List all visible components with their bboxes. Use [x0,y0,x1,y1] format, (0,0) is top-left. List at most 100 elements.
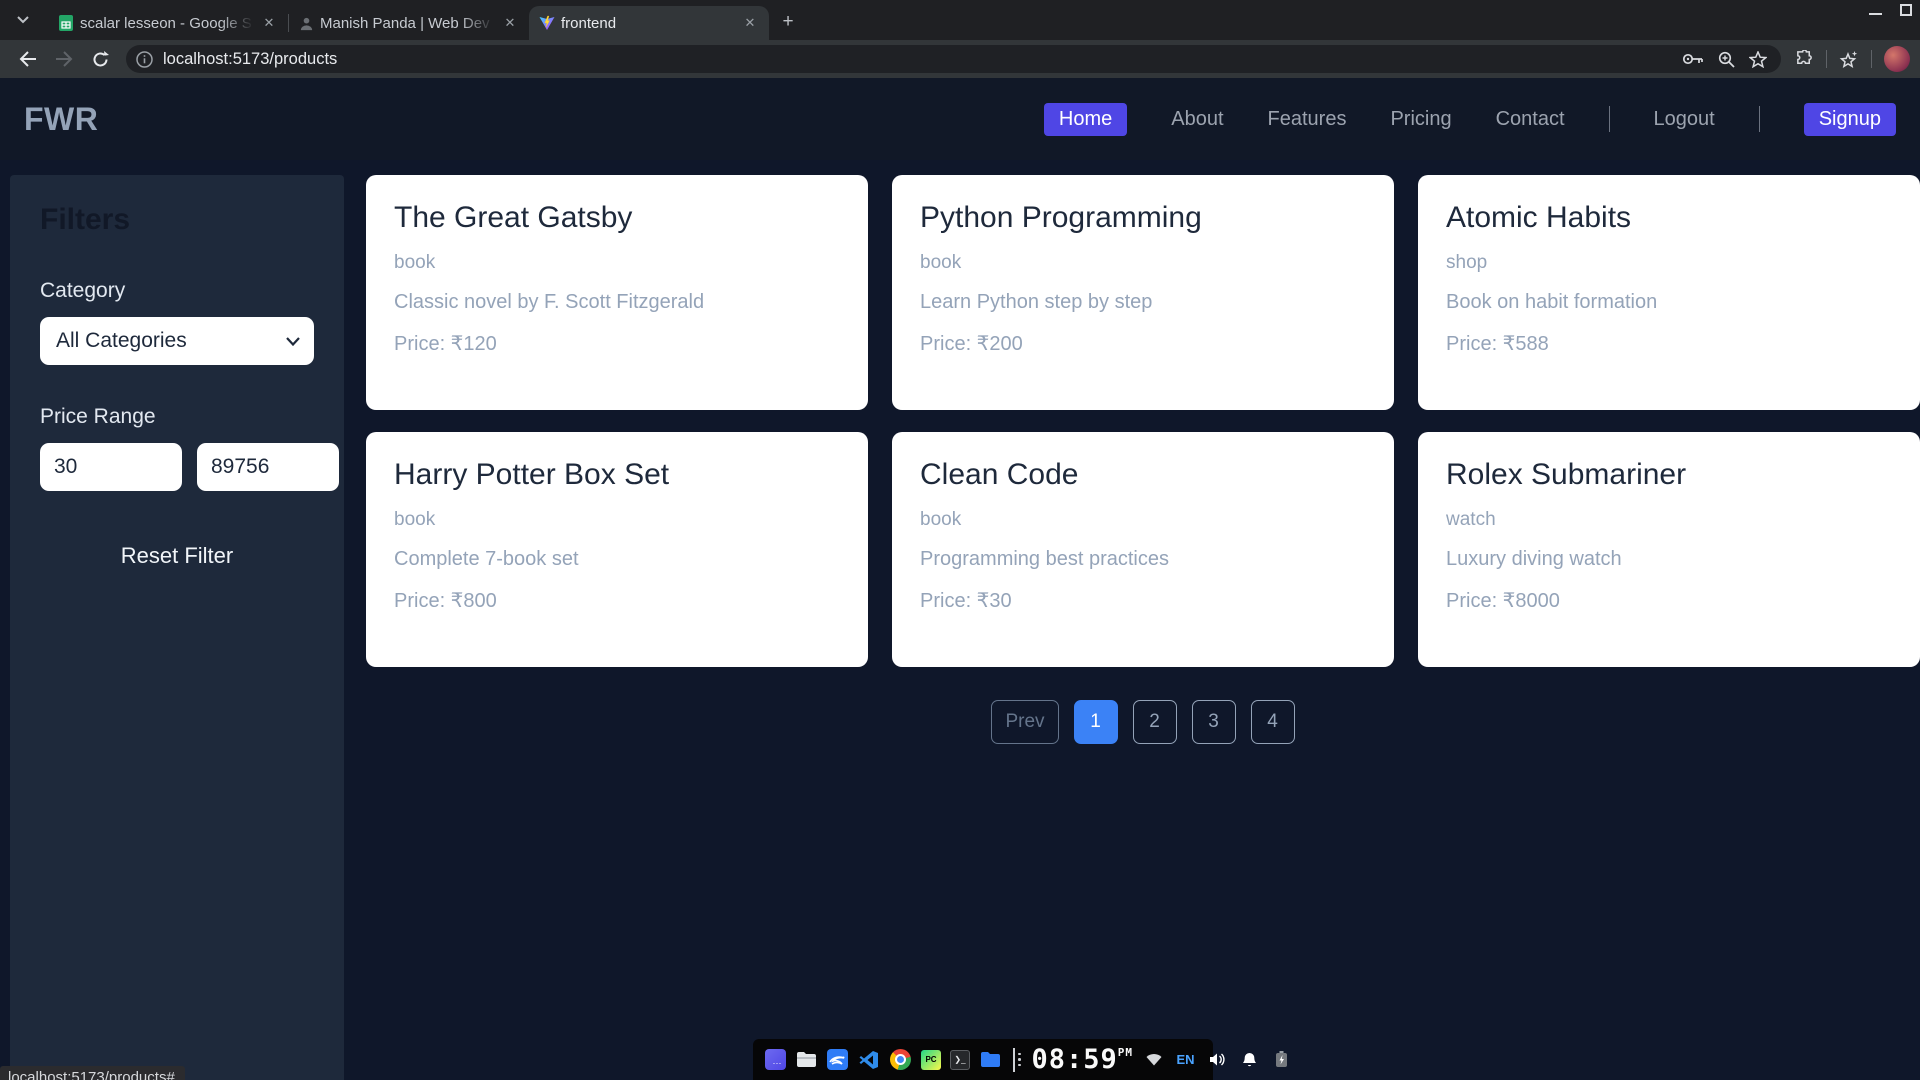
bookmark-star-icon[interactable] [1749,50,1767,68]
product-category: book [920,252,962,273]
page-button-4[interactable]: 4 [1250,700,1295,744]
product-description: Classic novel by F. Scott Fitzgerald [394,291,705,313]
url-text[interactable]: localhost:5173/products [163,50,1682,69]
sheets-icon [59,15,73,31]
price-max-input[interactable] [197,443,339,491]
app-launcher-icon[interactable]: ··· [765,1049,786,1070]
back-button[interactable] [14,45,42,73]
terminal-icon[interactable]: ❯_ [950,1049,970,1070]
product-title: Harry Potter Box Set [394,458,670,491]
logout-button[interactable]: Logout [1654,108,1715,131]
product-title: Clean Code [920,458,1079,491]
profile-icon [300,17,313,30]
product-price: Price: ₹120 [394,333,497,355]
zoom-icon[interactable] [1718,51,1735,68]
chrome-icon[interactable] [890,1049,911,1070]
notification-bell-icon[interactable] [1238,1048,1261,1071]
toolbar-actions [1795,46,1910,72]
product-card[interactable]: Rolex Submariner watch Luxury diving wat… [1418,432,1920,667]
dock-handle[interactable] [1013,1047,1021,1073]
product-description: Book on habit formation [1446,291,1658,313]
wifi-icon[interactable] [1142,1048,1165,1071]
maximize-icon[interactable] [1900,4,1912,16]
battery-icon[interactable] [1270,1048,1293,1071]
pycharm-icon[interactable]: PC [921,1049,941,1070]
product-card[interactable]: Python Programming book Learn Python ste… [892,175,1394,410]
pagination: Prev 1 2 3 4 [366,700,1920,744]
kali-linux-icon[interactable] [827,1049,848,1070]
product-card[interactable]: The Great Gatsby book Classic novel by F… [366,175,868,410]
address-bar[interactable]: localhost:5173/products [126,45,1781,73]
product-title: Atomic Habits [1446,201,1632,234]
clock-time: 08:59 [1031,1044,1118,1075]
back-icon [19,51,36,67]
nav-link-features[interactable]: Features [1268,108,1347,131]
tab-manish-panda[interactable]: Manish Panda | Web Dev ✕ [289,6,529,40]
brand-logo[interactable]: FWR [24,101,98,138]
products-area: The Great Gatsby book Classic novel by F… [366,175,1920,1080]
product-category: shop [1446,252,1488,273]
close-icon[interactable]: ✕ [260,14,278,32]
profile-avatar[interactable] [1884,46,1910,72]
site-navbar: FWR Home About Features Pricing Contact … [0,78,1920,160]
category-select[interactable]: All Categories [40,317,314,365]
product-grid: The Great Gatsby book Classic novel by F… [366,175,1920,667]
sparkle-star-icon[interactable] [1839,50,1859,69]
product-price: Price: ₹800 [394,590,497,612]
forward-icon [56,51,73,67]
nav-link-contact[interactable]: Contact [1496,108,1565,131]
clock-widget: 08:59 PM [1032,1046,1134,1073]
product-category: book [920,509,962,530]
volume-icon[interactable] [1206,1048,1229,1071]
tab-frontend-active[interactable]: frontend ✕ [529,6,769,40]
folder-icon[interactable] [979,1048,1002,1071]
browser-toolbar: localhost:5173/products [0,40,1920,78]
nav-link-home[interactable]: Home [1043,102,1128,136]
chevron-down-icon [17,16,29,24]
tab-title: scalar lesseon - Google S [80,14,252,32]
files-drawer-icon[interactable] [795,1048,818,1071]
vscode-icon[interactable] [857,1048,880,1071]
product-title: Rolex Submariner [1446,458,1687,491]
password-key-icon[interactable] [1682,52,1704,66]
product-price: Price: ₹8000 [1446,590,1560,612]
category-label: Category [40,279,126,302]
signup-button[interactable]: Signup [1803,102,1896,136]
product-category: book [394,252,436,273]
vite-icon [539,15,555,30]
nav-link-about[interactable]: About [1171,108,1223,131]
forward-button[interactable] [50,45,78,73]
product-category: book [394,509,436,530]
new-tab-button[interactable]: + [775,9,801,35]
clock-ampm: PM [1117,1046,1134,1059]
price-min-input[interactable] [40,443,182,491]
prev-page-button[interactable]: Prev [991,700,1059,744]
reload-button[interactable] [86,45,114,73]
keyboard-layout-indicator[interactable]: EN [1174,1048,1197,1071]
product-card[interactable]: Atomic Habits shop Book on habit formati… [1418,175,1920,410]
product-price: Price: ₹200 [920,333,1023,355]
close-icon[interactable]: ✕ [501,14,519,32]
tab-search-button[interactable] [8,5,38,35]
page-button-2[interactable]: 2 [1132,700,1177,744]
close-icon[interactable]: ✕ [741,14,759,32]
product-title: The Great Gatsby [394,201,633,234]
window-controls [1869,4,1912,16]
page-button-3[interactable]: 3 [1191,700,1236,744]
product-price: Price: ₹30 [920,590,1012,612]
minimize-icon[interactable] [1869,6,1882,15]
page-button-1[interactable]: 1 [1073,700,1118,744]
nav-link-pricing[interactable]: Pricing [1390,108,1451,131]
tab-google-sheets[interactable]: scalar lesseon - Google S ✕ [48,6,288,40]
reload-icon [93,50,109,66]
product-description: Complete 7-book set [394,548,579,570]
toolbar-separator [1871,50,1872,68]
reset-filter-button[interactable]: Reset Filter [121,543,233,569]
browser-tab-strip: scalar lesseon - Google S ✕ Manish Panda… [0,0,1920,40]
category-selected-value: All Categories [56,329,187,352]
product-card[interactable]: Clean Code book Programming best practic… [892,432,1394,667]
product-card[interactable]: Harry Potter Box Set book Complete 7-boo… [366,432,868,667]
info-icon[interactable] [136,50,153,68]
chevron-down-icon [286,336,300,346]
extensions-puzzle-icon[interactable] [1795,49,1814,69]
